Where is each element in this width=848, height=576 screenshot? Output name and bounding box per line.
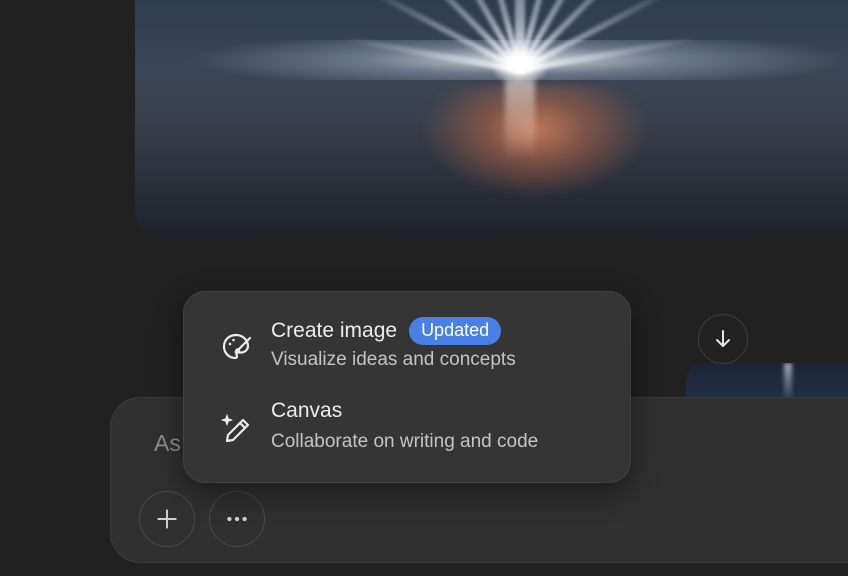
tools-menu: Create image Updated Visualize ideas and…	[183, 291, 631, 483]
generated-image[interactable]	[135, 0, 848, 235]
menu-item-subtitle: Collaborate on writing and code	[271, 431, 539, 452]
prompt-input[interactable]: As	[154, 430, 181, 457]
menu-item-subtitle: Visualize ideas and concepts	[271, 349, 516, 370]
menu-item-title: Canvas	[271, 399, 343, 422]
palette-brush-icon	[217, 328, 255, 366]
menu-item-title: Create image	[271, 319, 398, 342]
scroll-to-bottom-button[interactable]	[698, 314, 748, 364]
arrow-down-icon	[716, 330, 730, 347]
water-reflection	[385, 85, 685, 235]
plus-icon	[157, 509, 177, 529]
add-attachment-button[interactable]	[139, 491, 195, 547]
more-horizontal-icon	[227, 516, 247, 522]
menu-item-canvas[interactable]: Canvas Collaborate on writing and code	[184, 396, 630, 468]
menu-item-create-image[interactable]: Create image Updated Visualize ideas and…	[184, 314, 630, 386]
updated-badge: Updated	[409, 317, 502, 345]
chat-window: As Create image Updated Visualize ideas …	[0, 0, 848, 576]
sparkle-pencil-icon	[217, 410, 255, 448]
tools-button[interactable]	[209, 491, 265, 547]
reflection-streak	[505, 80, 535, 160]
